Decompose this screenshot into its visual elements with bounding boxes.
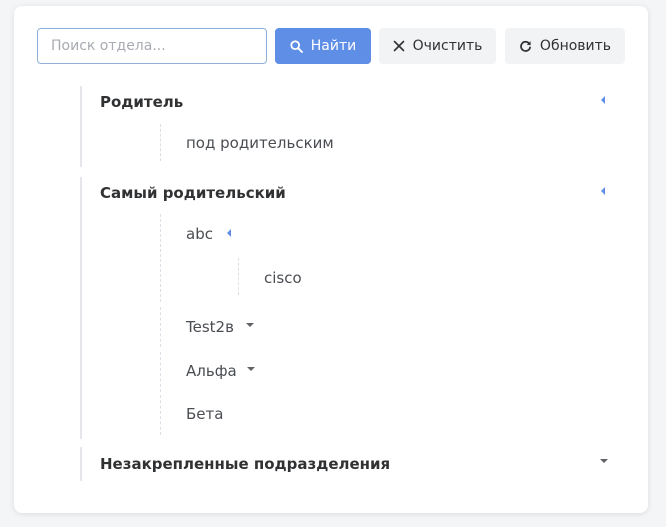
tree-node-cisco[interactable]: cisco [264, 268, 302, 288]
tree-child-line [160, 395, 161, 435]
tree-node-test2[interactable]: Test2в [186, 317, 234, 337]
caret-left-icon[interactable] [227, 229, 231, 237]
caret-down-icon[interactable] [247, 367, 255, 371]
department-tree: Родитель под родительским Самый родитель… [14, 6, 648, 513]
caret-down-icon[interactable] [246, 323, 254, 327]
caret-left-icon[interactable] [601, 187, 605, 195]
department-panel: Найти Очистить Обновить Родитель под род… [14, 6, 648, 513]
tree-child-line [160, 352, 161, 392]
caret-down-icon[interactable] [600, 459, 608, 463]
tree-node-unassigned[interactable]: Незакрепленные подразделения [100, 454, 390, 474]
tree-node-beta[interactable]: Бета [186, 404, 223, 424]
tree-node-abc[interactable]: abc [186, 224, 213, 244]
tree-guide-line [80, 447, 82, 481]
tree-node-top-parent[interactable]: Самый родительский [100, 183, 286, 203]
tree-node-parent[interactable]: Родитель [100, 92, 183, 112]
tree-guide-line [80, 177, 82, 439]
tree-node-sub-parent[interactable]: под родительским [186, 133, 334, 153]
tree-child-line [160, 307, 161, 347]
tree-guide-line [80, 86, 82, 167]
tree-child-line [238, 258, 239, 295]
tree-child-line [160, 124, 161, 161]
tree-node-alpha[interactable]: Альфа [186, 361, 237, 381]
caret-left-icon[interactable] [601, 96, 605, 104]
tree-child-line [160, 214, 161, 302]
